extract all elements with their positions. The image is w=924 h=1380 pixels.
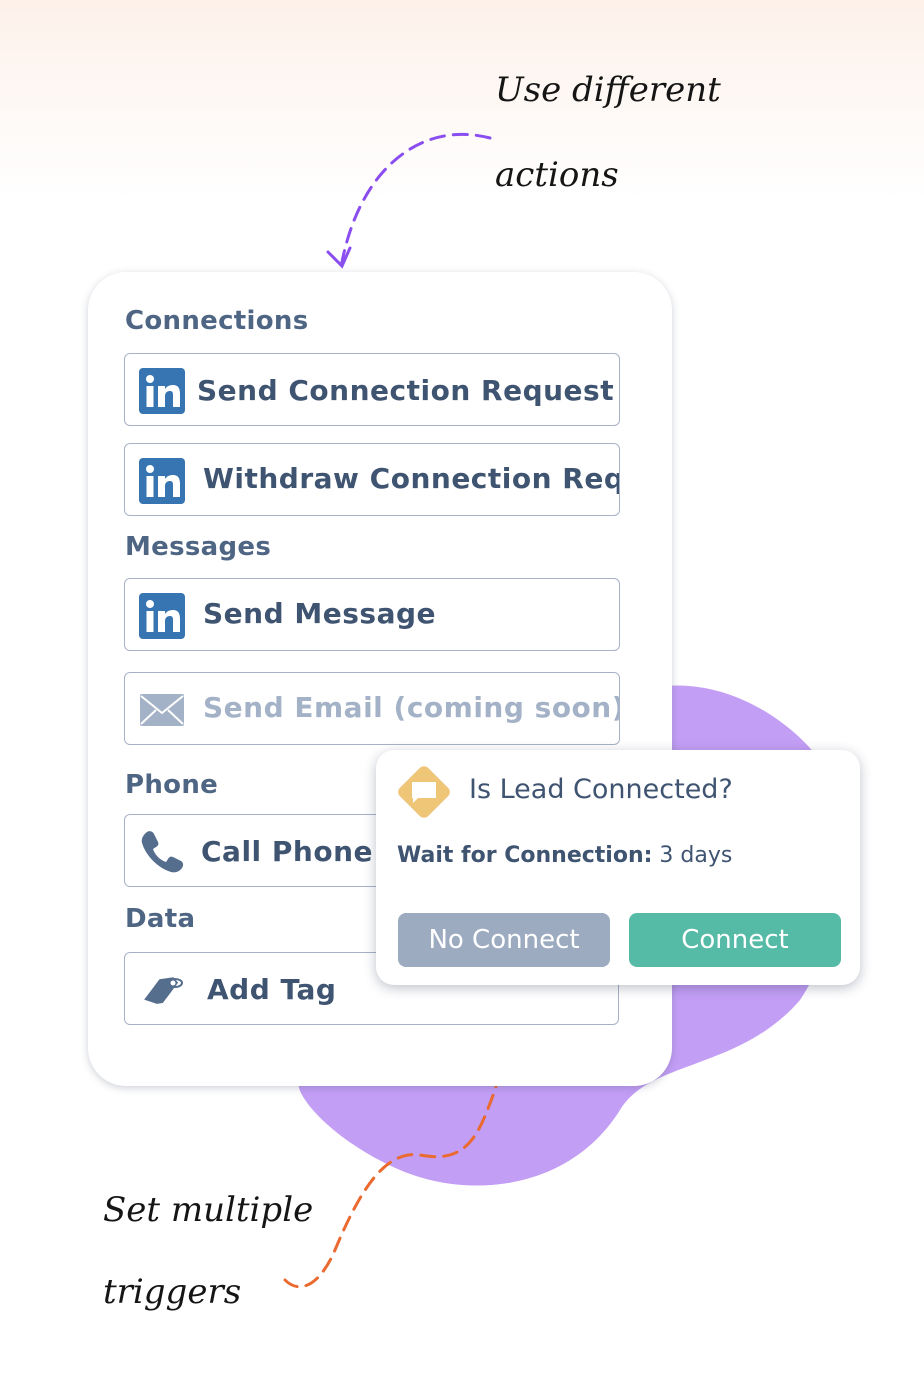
button-label: Send Connection Request <box>197 374 615 407</box>
phone-icon <box>141 831 184 873</box>
button-label: Withdraw Connection Reques <box>203 462 620 495</box>
section-title-data: Data <box>125 904 196 934</box>
chat-bubble-icon <box>398 766 450 818</box>
annotation-bottom-line2: triggers <box>103 1272 242 1312</box>
linkedin-icon <box>139 368 185 414</box>
linkedin-icon <box>139 593 185 639</box>
withdraw-connection-request-button[interactable]: Withdraw Connection Reques <box>124 443 620 516</box>
send-message-button[interactable]: Send Message <box>124 578 620 651</box>
section-title-messages: Messages <box>125 532 272 562</box>
button-label: Call Phone <box>201 835 374 868</box>
wait-value: 3 days <box>659 843 733 868</box>
section-title-phone: Phone <box>125 770 219 800</box>
purple-arrow <box>340 132 492 264</box>
button-label: Send Email (coming soon) <box>203 691 620 724</box>
linkedin-icon <box>139 458 185 504</box>
annotation-top-line1: Use different <box>495 70 721 110</box>
condition-popup: Is Lead Connected? Wait for Connection: … <box>376 750 860 985</box>
button-label: Send Message <box>203 597 436 630</box>
mail-icon <box>140 694 184 726</box>
send-connection-request-button[interactable]: Send Connection Request <box>124 353 620 426</box>
condition-title: Is Lead Connected? <box>469 774 733 805</box>
send-email-button: Send Email (coming soon) <box>124 672 620 745</box>
button-label: Add Tag <box>207 973 337 1006</box>
section-title-connections: Connections <box>125 306 309 336</box>
annotation-top-line2: actions <box>495 155 619 195</box>
wait-label: Wait for Connection: <box>397 843 653 868</box>
tag-icon <box>144 977 183 1004</box>
connect-button[interactable]: Connect <box>629 913 841 967</box>
annotation-bottom-line1: Set multiple <box>103 1190 314 1230</box>
no-connect-button[interactable]: No Connect <box>398 913 610 967</box>
